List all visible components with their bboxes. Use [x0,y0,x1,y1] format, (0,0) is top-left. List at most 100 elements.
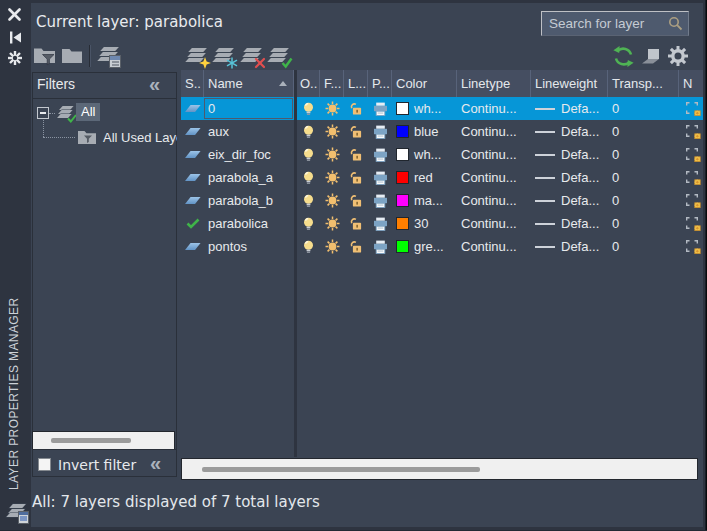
layer-row[interactable]: parabola_aredContinu...Defa...0 [181,166,703,189]
plot-toggle-cell[interactable] [368,189,392,212]
on-toggle-cell[interactable] [296,166,320,189]
layer-states-manager-icon[interactable] [95,44,121,66]
lineweight-cell[interactable]: Defa... [531,189,608,212]
status-cell[interactable] [181,212,204,235]
transparency-cell[interactable]: 0 [608,189,679,212]
vp-freeze-cell[interactable] [679,166,703,189]
invert-collapse-icon[interactable]: « [150,453,161,473]
linetype-cell[interactable]: Continu... [457,97,531,120]
search-box[interactable]: Search for layer [541,11,689,36]
plot-toggle-cell[interactable] [368,235,392,258]
freeze-toggle-cell[interactable] [320,189,344,212]
on-toggle-cell[interactable] [296,235,320,258]
freeze-toggle-cell[interactable] [320,212,344,235]
status-cell[interactable] [181,235,204,258]
lineweight-cell[interactable]: Defa... [531,166,608,189]
status-cell[interactable] [181,143,204,166]
linetype-cell[interactable]: Continu... [457,166,531,189]
transparency-cell[interactable]: 0 [608,166,679,189]
lock-toggle-cell[interactable] [344,212,368,235]
lineweight-cell[interactable]: Defa... [531,212,608,235]
lineweight-cell[interactable]: Defa... [531,235,608,258]
status-cell[interactable] [181,120,204,143]
color-cell[interactable]: red [392,166,457,189]
lock-toggle-cell[interactable] [344,189,368,212]
color-cell[interactable]: 30 [392,212,457,235]
new-group-filter-icon[interactable] [61,47,83,64]
color-cell[interactable]: gre... [392,235,457,258]
layer-row[interactable]: aux blueContinu...Defa...0 [181,120,703,143]
lock-toggle-cell[interactable] [344,235,368,258]
tree-collapse-box[interactable] [37,107,49,119]
color-cell[interactable]: wh... [392,97,457,120]
name-cell[interactable]: eix_dir_foc [204,143,294,166]
status-cell[interactable] [181,189,204,212]
column-header-lock[interactable]: L... [344,70,368,97]
column-header-vp[interactable]: N [679,70,703,97]
on-toggle-cell[interactable] [296,97,320,120]
new-layer-vp-frozen-icon[interactable] [210,45,236,67]
freeze-toggle-cell[interactable] [320,97,344,120]
filters-h-scrollbar[interactable] [32,431,175,450]
color-cell[interactable]: ma... [392,189,457,212]
filters-collapse-icon[interactable]: « [149,74,160,94]
set-current-layer-icon[interactable] [265,45,291,67]
color-cell[interactable]: wh... [392,143,457,166]
vp-freeze-cell[interactable] [679,235,703,258]
freeze-toggle-cell[interactable] [320,143,344,166]
layer-row[interactable]: parabolica30Continu...Defa...0 [181,212,703,235]
table-h-scrollbar-thumb[interactable] [202,467,480,472]
lineweight-cell[interactable]: Defa... [531,120,608,143]
layer-row[interactable]: eix_dir_focwh...Continu...Defa...0 [181,143,703,166]
plot-toggle-cell[interactable] [368,166,392,189]
delete-layer-icon[interactable] [238,45,264,67]
status-cell[interactable] [181,166,204,189]
vp-freeze-cell[interactable] [679,120,703,143]
linetype-cell[interactable]: Continu... [457,235,531,258]
linetype-cell[interactable]: Continu... [457,143,531,166]
column-header-name[interactable]: Name [204,70,294,97]
on-toggle-cell[interactable] [296,143,320,166]
plot-toggle-cell[interactable] [368,212,392,235]
plot-toggle-cell[interactable] [368,97,392,120]
lock-toggle-cell[interactable] [344,166,368,189]
name-cell[interactable]: 0 [204,97,294,120]
filters-h-scrollbar-thumb[interactable] [51,438,131,443]
lock-toggle-cell[interactable] [344,97,368,120]
name-cell[interactable]: parabola_b [204,189,294,212]
freeze-toggle-cell[interactable] [320,120,344,143]
column-header-on[interactable]: O.. [296,70,320,97]
on-toggle-cell[interactable] [296,189,320,212]
on-toggle-cell[interactable] [296,120,320,143]
close-icon[interactable] [8,8,21,21]
transparency-cell[interactable]: 0 [608,120,679,143]
linetype-cell[interactable]: Continu... [457,120,531,143]
color-cell[interactable]: blue [392,120,457,143]
name-cell[interactable]: parabolica [204,212,294,235]
column-header-transp[interactable]: Transp... [608,70,679,97]
plot-toggle-cell[interactable] [368,143,392,166]
vp-freeze-cell[interactable] [679,212,703,235]
new-layer-icon[interactable] [183,45,209,67]
new-property-filter-icon[interactable] [33,46,57,67]
column-header-lineweight[interactable]: Lineweight [531,70,608,97]
layer-row[interactable]: pontosgre...Continu...Defa...0 [181,235,703,258]
linetype-cell[interactable]: Continu... [457,212,531,235]
settings-gear-icon[interactable] [666,44,690,68]
column-header-color[interactable]: Color [392,70,457,97]
transparency-cell[interactable]: 0 [608,97,679,120]
layer-row[interactable]: parabola_bma...Continu...Defa...0 [181,189,703,212]
properties-gear-icon[interactable] [7,50,23,66]
layer-row[interactable]: 0wh...Continu...Defa...0 [181,97,703,120]
filter-item-all[interactable]: All [76,103,100,121]
table-h-scrollbar[interactable] [181,458,698,480]
refresh-icon[interactable] [610,45,637,68]
lock-toggle-cell[interactable] [344,120,368,143]
column-header-s[interactable]: S.. [181,70,204,97]
on-toggle-cell[interactable] [296,212,320,235]
name-cell[interactable]: pontos [204,235,294,258]
filter-item-all-used-layers[interactable]: All Used Layers [103,130,177,145]
layer-settings-sheet-icon[interactable] [640,47,662,65]
name-cell[interactable]: aux [204,120,294,143]
column-header-linetype[interactable]: Linetype [457,70,531,97]
